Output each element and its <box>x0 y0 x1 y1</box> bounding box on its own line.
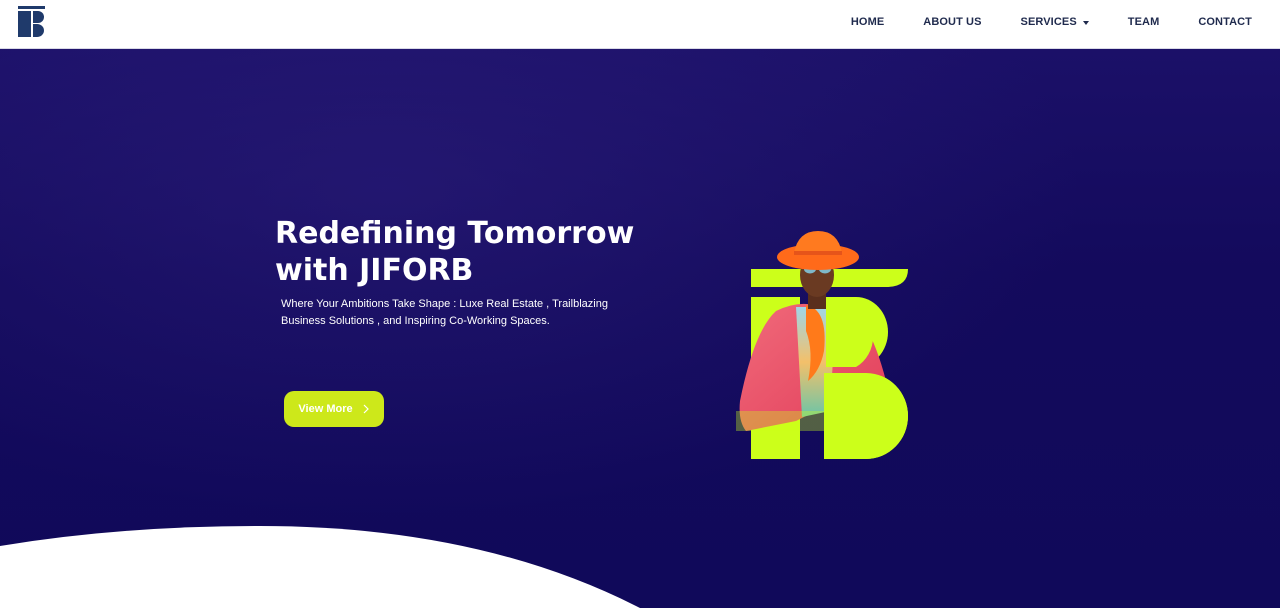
caret-down-icon <box>1082 20 1089 25</box>
chevron-right-icon <box>363 404 369 414</box>
nav-home-label: HOME <box>850 16 885 28</box>
view-more-button[interactable]: View More <box>284 391 384 427</box>
nav-about-us[interactable]: ABOUT US <box>923 16 981 28</box>
nav-contact[interactable]: CONTACT <box>1198 16 1252 28</box>
site-header: HOME ABOUT US SERVICES TEAM CONTACT <box>0 0 1280 49</box>
nav-home[interactable]: HOME <box>851 16 884 28</box>
hero-title-line1: Redefining Tomorrow <box>275 216 635 251</box>
nav-services-label: SERVICES <box>1020 16 1077 28</box>
nav-team-label: TEAM <box>1127 16 1160 28</box>
main-nav: HOME ABOUT US SERVICES TEAM CONTACT <box>851 0 1252 44</box>
hero-subtitle: Where Your Ambitions Take Shape : Luxe R… <box>281 298 608 327</box>
hero-section: Redefining Tomorrow with JIFORB Where Yo… <box>0 49 1280 608</box>
hero-bottom-wave <box>0 526 640 608</box>
nav-about-us-label: ABOUT US <box>923 16 982 28</box>
nav-services[interactable]: SERVICES <box>1021 16 1089 28</box>
view-more-label: View More <box>298 403 353 415</box>
hero-brand-illustration <box>736 231 908 459</box>
hero-title-line2: with JIFORB <box>275 253 474 288</box>
nav-contact-label: CONTACT <box>1198 16 1252 28</box>
hero-title: Redefining Tomorrow with JIFORB <box>275 215 655 289</box>
nav-team[interactable]: TEAM <box>1128 16 1160 28</box>
jiforb-logo-icon[interactable] <box>18 6 45 37</box>
